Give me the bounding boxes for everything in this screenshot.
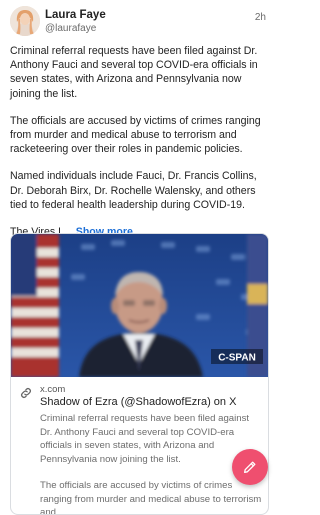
compose-button[interactable] bbox=[232, 449, 268, 485]
post-paragraph: Criminal referral requests have been fil… bbox=[10, 45, 258, 100]
post-timestamp: 2h bbox=[254, 12, 266, 23]
link-title[interactable]: Shadow of Ezra (@ShadowofEzra) on X bbox=[40, 396, 236, 408]
cspan-watermark: C-SPAN bbox=[218, 353, 256, 364]
link-domain: x.com bbox=[40, 384, 66, 395]
avatar[interactable] bbox=[10, 6, 40, 36]
link-preview-image[interactable]: C-SPAN bbox=[11, 234, 268, 377]
post-header: Laura Faye @laurafaye 2h bbox=[10, 6, 268, 36]
link-description-paragraph: The officials are accused by victims of … bbox=[40, 479, 262, 515]
author-name[interactable]: Laura Faye bbox=[45, 9, 106, 21]
link-preview-meta[interactable]: x.com Shadow of Ezra (@ShadowofEzra) on … bbox=[11, 377, 268, 514]
pencil-icon bbox=[244, 461, 256, 473]
link-preview-card[interactable]: C-SPAN x.com Shadow of Ezra (@ShadowofEz… bbox=[10, 233, 269, 515]
link-icon bbox=[21, 388, 31, 398]
author-handle[interactable]: @laurafaye bbox=[45, 23, 96, 34]
post-paragraph: The officials are accused by victims of … bbox=[10, 114, 261, 156]
post-paragraph: Named individuals include Fauci, Dr. Fra… bbox=[10, 170, 257, 211]
link-description-paragraph: Criminal referral requests have been fil… bbox=[40, 413, 250, 466]
post-body: Criminal referral requests have been fil… bbox=[10, 44, 268, 252]
